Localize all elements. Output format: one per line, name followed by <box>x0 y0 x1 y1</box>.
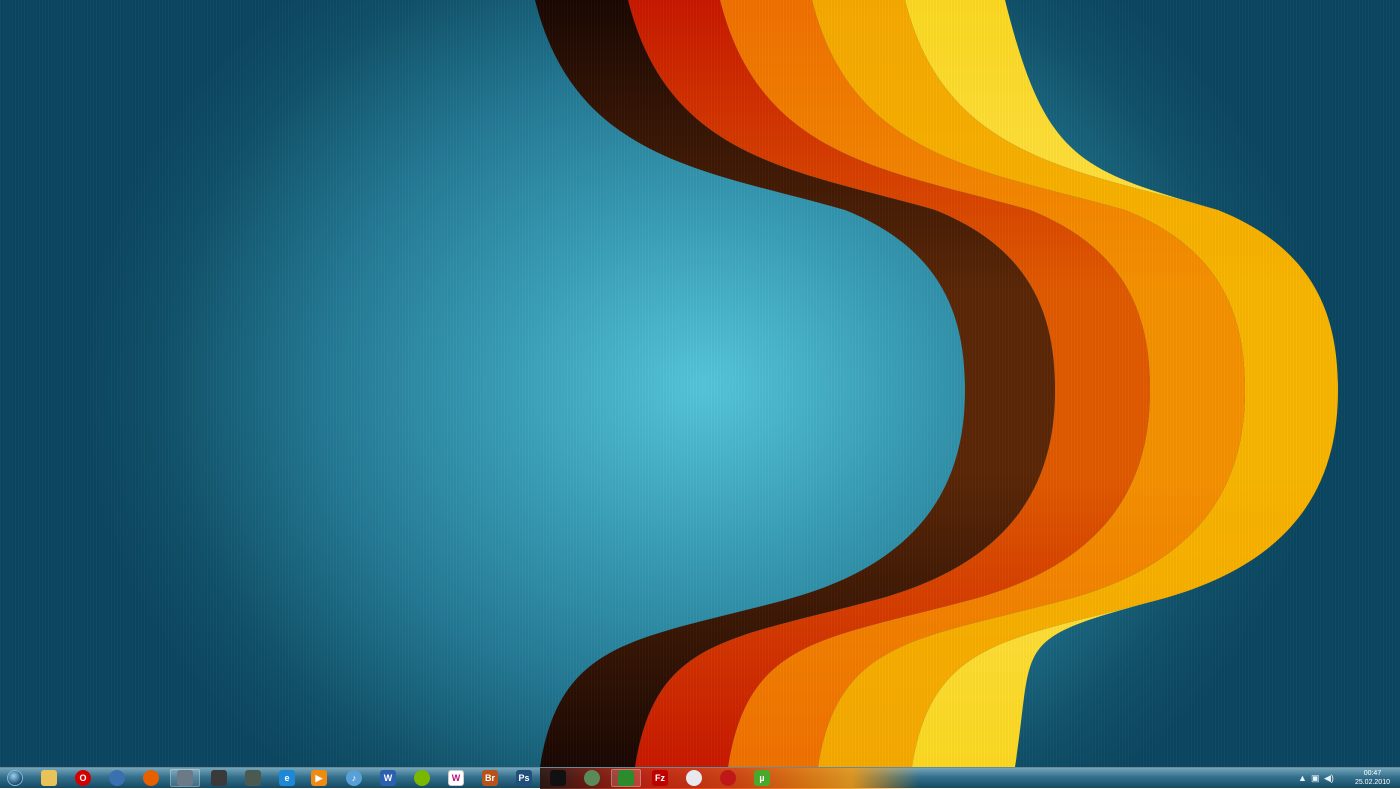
taskbar-button-media[interactable]: ▶ <box>304 769 334 787</box>
taskbar-button-photoshop[interactable]: Ps <box>509 769 539 787</box>
utorrent-icon: µ <box>754 770 770 786</box>
taskbar-button-utorrent[interactable]: µ <box>747 769 777 787</box>
start-button[interactable] <box>2 769 28 787</box>
folder-icon <box>41 770 57 786</box>
taskbar-button-gaming[interactable] <box>170 769 200 787</box>
controller-icon <box>177 770 193 786</box>
media-player-icon: ▶ <box>311 770 327 786</box>
wallpaper-wave <box>535 0 1338 767</box>
clock-time: 00:47 <box>1363 770 1382 777</box>
alien-icon <box>211 770 227 786</box>
mail-bird-icon <box>109 770 125 786</box>
taskbar-button-spotify[interactable] <box>407 769 437 787</box>
taskbar-button-itunes[interactable]: ♪ <box>339 769 369 787</box>
taskbar-button-cd[interactable] <box>679 769 709 787</box>
recycle-icon <box>584 770 600 786</box>
taskbar-button-recycle[interactable] <box>577 769 607 787</box>
spotify-icon <box>414 770 430 786</box>
taskbar-button-alien[interactable] <box>204 769 234 787</box>
taskbar-button-bridge[interactable]: Br <box>475 769 505 787</box>
chevron-up-icon[interactable]: ▲ <box>1298 773 1307 783</box>
clock-date: 25.02.2010 <box>1354 779 1390 786</box>
photoshop-icon: Ps <box>516 770 532 786</box>
bridge-icon: Br <box>482 770 498 786</box>
firefox-icon <box>143 770 159 786</box>
steam-icon <box>550 770 566 786</box>
taskbar-button-utility[interactable] <box>238 769 268 787</box>
music-note-icon: ♪ <box>346 770 362 786</box>
taskbar-button-filezilla[interactable]: Fz <box>645 769 675 787</box>
system-tray: ▲ ▣ ◀) 00:47 25.02.2010 <box>1298 768 1400 789</box>
taskbar-button-steam[interactable] <box>543 769 573 787</box>
clock[interactable]: 00:47 25.02.2010 <box>1355 769 1390 787</box>
eye-icon <box>618 770 634 786</box>
taskbar-button-winamp[interactable]: W <box>441 769 471 787</box>
red-circle-icon <box>720 770 736 786</box>
disc-icon <box>686 770 702 786</box>
opera-icon: O <box>75 770 91 786</box>
taskbar-button-ie[interactable]: e <box>272 769 302 787</box>
taskbar-button-nvidia[interactable] <box>611 769 641 787</box>
w-logo-icon: W <box>448 770 464 786</box>
taskbar-button-opera[interactable]: O <box>68 769 98 787</box>
network-icon[interactable]: ▣ <box>1311 773 1320 784</box>
taskbar-button-red-app[interactable] <box>713 769 743 787</box>
taskbar: Oe ▶ ♪ W W Br Ps Fz µ ▲ ▣ ◀) 00:47 25.02.2010 <box>0 767 1400 789</box>
word-icon: W <box>380 770 396 786</box>
taskbar-button-explorer[interactable] <box>34 769 64 787</box>
internet-explorer-icon: e <box>279 770 295 786</box>
volume-icon[interactable]: ◀) <box>1324 773 1334 784</box>
windows-logo-icon <box>7 770 23 786</box>
taskbar-button-thunderbird[interactable] <box>102 769 132 787</box>
utility-icon <box>245 770 261 786</box>
taskbar-button-firefox[interactable] <box>136 769 166 787</box>
filezilla-icon: Fz <box>652 770 668 786</box>
taskbar-button-word[interactable]: W <box>373 769 403 787</box>
desktop <box>0 0 1400 767</box>
